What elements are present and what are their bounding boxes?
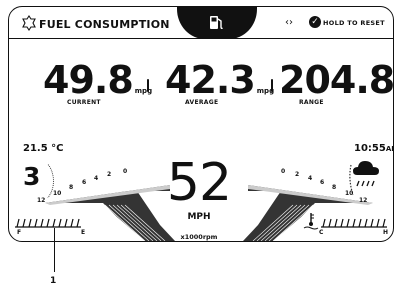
average-value: 42.3 (165, 58, 256, 102)
range-label: RANGE (299, 99, 324, 106)
average-label: AVERAGE (185, 99, 219, 106)
current-value: 49.8 (43, 58, 134, 102)
current-label: CURRENT (67, 99, 101, 106)
fuel-full-label: F (17, 229, 22, 236)
fuel-empty-label: E (81, 229, 86, 236)
fuel-gauge (15, 218, 81, 228)
range-stat: 204.8mi RANGE (279, 58, 394, 106)
stat-separator (147, 79, 149, 92)
outside-temperature: 21.5 °C (23, 143, 64, 154)
left-right-arrows-icon[interactable]: ‹› (285, 17, 293, 28)
clock-suffix: AM (385, 145, 393, 153)
dashboard-screen: FUEL CONSUMPTION ‹› ✓ HOLD TO RESET 49.8… (8, 6, 394, 242)
hold-to-reset-label[interactable]: HOLD TO RESET (323, 19, 385, 27)
stat-separator (271, 79, 273, 92)
coolant-temperature-icon (303, 213, 319, 230)
current-unit: mpg (134, 87, 153, 95)
range-value: 204.8 (279, 58, 394, 102)
check-circle-icon[interactable]: ✓ (309, 16, 321, 28)
engine-temp-gauge (321, 218, 387, 228)
clock-time: 10:55 (354, 143, 386, 154)
speed-readout: 52 (166, 153, 232, 213)
header-title: FUEL CONSUMPTION (39, 18, 170, 31)
rpm-label: x1000rpm (180, 233, 218, 241)
temp-cold-label: C (319, 229, 324, 236)
callout-number: 1 (50, 276, 57, 286)
clock: 10:55AM (354, 143, 393, 154)
temp-hot-label: H (383, 229, 389, 236)
average-consumption: 42.3 mpg AVERAGE (165, 58, 274, 106)
fuel-pump-icon[interactable] (207, 13, 225, 31)
gear-icon[interactable] (21, 15, 37, 31)
current-consumption: 49.8 mpg CURRENT (43, 58, 153, 106)
callout-leader-line (54, 228, 56, 272)
